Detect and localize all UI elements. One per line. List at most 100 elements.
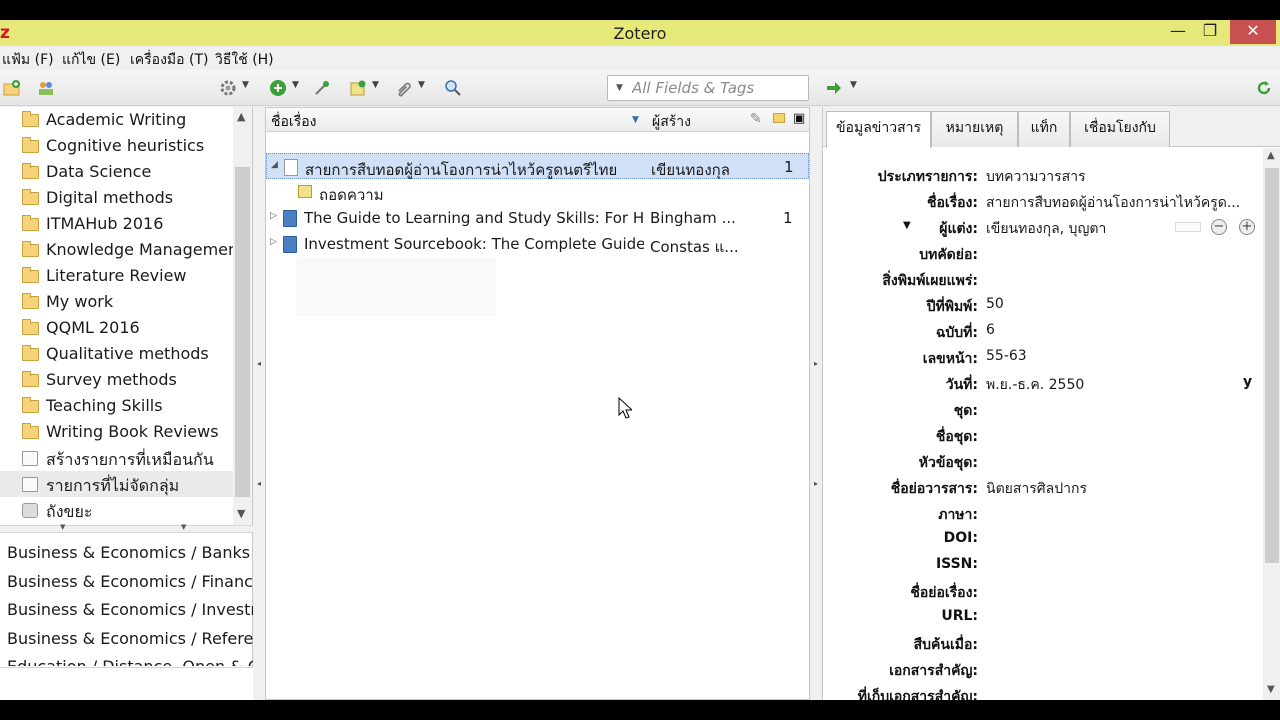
collection-item[interactable]: Data Science: [0, 159, 233, 185]
field-row: ชื่อย่อเรื่อง:: [823, 580, 1263, 606]
menu-file[interactable]: แฟ้ม (F): [2, 49, 54, 71]
restore-button[interactable]: ❐: [1194, 20, 1226, 44]
splitter-grip-icon[interactable]: ▸: [814, 359, 818, 368]
expand-icon[interactable]: ▷: [270, 237, 277, 247]
table-row[interactable]: ▷ The Guide to Learning and Study Skills…: [266, 205, 809, 231]
collection-item[interactable]: Writing Book Reviews: [0, 419, 233, 445]
sort-desc-icon[interactable]: ▼: [632, 115, 639, 125]
attachment-dropdown-icon[interactable]: ▼: [418, 80, 425, 90]
title-column-header[interactable]: ชื่อเรื่อง: [271, 111, 316, 133]
scroll-up-icon[interactable]: ▲: [1267, 150, 1275, 161]
collection-item[interactable]: รายการที่ไม่จัดกลุ่ม: [0, 471, 233, 497]
notes-column-icon[interactable]: [773, 113, 785, 123]
splitter-grip-icon[interactable]: ▸: [814, 479, 818, 488]
collection-scrollbar[interactable]: ▲ ▼: [233, 107, 252, 525]
field-value[interactable]: 55-63: [986, 348, 1027, 364]
tag-item[interactable]: Business & Economics / Banks & B: [7, 543, 253, 562]
splitter-grip-icon[interactable]: ◂: [257, 359, 261, 368]
left-splitter[interactable]: ◂ ◂: [253, 107, 265, 700]
field-label: ชื่อย่อเรื่อง:: [910, 585, 978, 601]
tag-item[interactable]: Business & Economics / Finance /: [7, 572, 253, 591]
folder-icon: [22, 293, 39, 309]
creator-mode-toggle[interactable]: [1175, 222, 1201, 232]
field-value[interactable]: 6: [986, 322, 995, 338]
child-row[interactable]: ถอดความ: [266, 179, 809, 205]
collection-item[interactable]: Qualitative methods: [0, 341, 233, 367]
field-value[interactable]: สายการสืบทอดผู้อ่านโองการน่าไหว้ครูด...: [986, 192, 1240, 214]
gear-icon[interactable]: [219, 79, 237, 97]
creator-column-header[interactable]: ผู้สร้าง: [652, 111, 691, 133]
add-by-identifier-icon[interactable]: [313, 79, 331, 97]
window-title: Zotero: [613, 24, 667, 43]
menu-tools[interactable]: เครื่องมือ (T): [130, 49, 208, 71]
collection-item[interactable]: Literature Review: [0, 263, 233, 289]
scroll-down-icon[interactable]: ▼: [237, 507, 245, 520]
sync-icon[interactable]: [1255, 79, 1273, 97]
field-value[interactable]: 50: [986, 296, 1004, 312]
new-item-dropdown-icon[interactable]: ▼: [292, 80, 299, 90]
tab-notes[interactable]: หมายเหตุ: [931, 111, 1018, 147]
field-value[interactable]: บทความวารสาร: [986, 166, 1086, 188]
collection-item[interactable]: Cognitive heuristics: [0, 133, 233, 159]
collection-item[interactable]: Knowledge Management: [0, 237, 233, 263]
new-note-dropdown-icon[interactable]: ▼: [372, 80, 379, 90]
column-picker-icon[interactable]: ▣: [793, 111, 805, 126]
collection-item[interactable]: ITMAHub 2016: [0, 211, 233, 237]
table-row[interactable]: ◢ สายการสืบทอดผู้อ่านโองการน่าไหว้ครูดนต…: [266, 153, 809, 179]
tab-related[interactable]: เชื่อมโยงกับ: [1070, 111, 1170, 147]
scroll-down-icon[interactable]: ▼: [1267, 684, 1275, 695]
info-scrollbar[interactable]: ▲ ▼: [1263, 148, 1280, 700]
search-field[interactable]: ▼: [607, 75, 809, 101]
splitter-grip-icon[interactable]: ▼: [181, 523, 186, 531]
new-item-icon[interactable]: [269, 79, 287, 97]
field-value[interactable]: เขียนทองกุล, บุญตา: [986, 218, 1106, 240]
search-input[interactable]: [632, 78, 802, 98]
field-value[interactable]: พ.ย.-ธ.ค. 2550: [986, 374, 1084, 396]
tag-item[interactable]: Business & Economics / Investmen: [7, 600, 253, 619]
new-note-icon[interactable]: [349, 79, 367, 97]
collection-item[interactable]: สร้างรายการที่เหมือนกัน: [0, 445, 233, 471]
collection-item[interactable]: Teaching Skills: [0, 393, 233, 419]
note-title: ถอดความ: [319, 186, 384, 204]
splitter-grip-icon[interactable]: ◂: [257, 479, 261, 488]
collection-item[interactable]: Survey methods: [0, 367, 233, 393]
scroll-thumb[interactable]: [235, 167, 250, 497]
collection-item[interactable]: My work: [0, 289, 233, 315]
locate-arrow-icon[interactable]: [825, 79, 843, 97]
gear-dropdown-icon[interactable]: ▼: [242, 80, 249, 90]
table-row[interactable]: ▷ Investment Sourcebook: The Complete Gu…: [266, 231, 809, 257]
expand-icon[interactable]: ▷: [270, 211, 277, 221]
minimize-button[interactable]: —: [1162, 20, 1194, 44]
tag-item[interactable]: Education / Distance, Open & Onl: [7, 657, 253, 666]
scroll-thumb[interactable]: [1265, 168, 1279, 563]
toolbar: ▼ ▼ ▼ ▼ ▼ ▼: [0, 70, 1280, 106]
tab-tags[interactable]: แท็ก: [1018, 111, 1070, 147]
tag-filter-field[interactable]: [0, 667, 253, 700]
splitter-grip-icon[interactable]: ▼: [60, 523, 65, 531]
attachment-icon[interactable]: [395, 79, 413, 97]
advanced-search-icon[interactable]: [444, 79, 462, 97]
tag-selector-splitter[interactable]: ▼ ▼: [0, 523, 253, 533]
collection-item[interactable]: ถังขยะ: [0, 497, 233, 523]
collapse-icon[interactable]: ◢: [271, 160, 278, 170]
attachment-column-icon[interactable]: ✎: [750, 111, 762, 127]
close-button[interactable]: ✕: [1230, 20, 1276, 44]
collection-item[interactable]: Academic Writing: [0, 107, 233, 133]
collection-item[interactable]: QQML 2016: [0, 315, 233, 341]
field-value[interactable]: นิตยสารศิลปากร: [986, 478, 1087, 500]
menu-edit[interactable]: แก้ไข (E): [62, 49, 120, 71]
add-creator-icon[interactable]: +: [1239, 219, 1255, 235]
menu-help[interactable]: วิธีใช้ (H): [215, 49, 274, 71]
scroll-up-icon[interactable]: ▲: [237, 110, 245, 123]
field-row: ชื่อย่อวารสาร: นิตยสารศิลปากร: [823, 476, 1263, 502]
creator-type-dropdown-icon[interactable]: ▼: [903, 220, 911, 231]
new-group-icon[interactable]: [37, 79, 55, 97]
collection-item[interactable]: Digital methods: [0, 185, 233, 211]
search-mode-dropdown-icon[interactable]: ▼: [616, 83, 623, 93]
new-collection-icon[interactable]: [3, 79, 21, 97]
tab-info[interactable]: ข้อมูลข่าวสาร: [826, 111, 931, 148]
locate-dropdown-icon[interactable]: ▼: [850, 80, 857, 90]
right-splitter[interactable]: ▸ ▸: [810, 107, 822, 700]
remove-creator-icon[interactable]: −: [1211, 219, 1227, 235]
tag-item[interactable]: Business & Economics / Reference: [7, 629, 253, 648]
